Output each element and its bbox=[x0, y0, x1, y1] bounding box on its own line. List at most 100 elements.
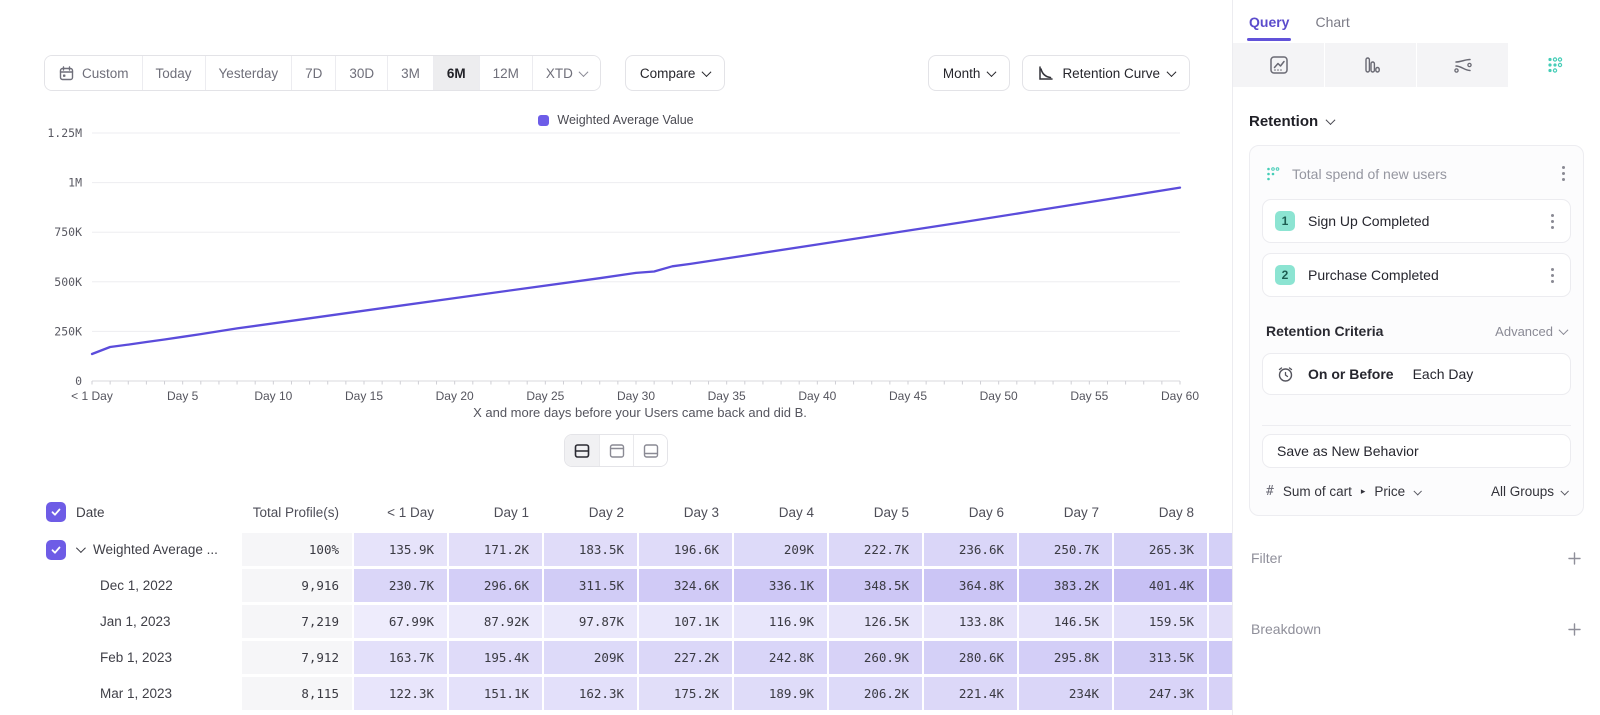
criteria-value: Each Day bbox=[1413, 366, 1474, 382]
svg-text:Day 55: Day 55 bbox=[1070, 389, 1108, 403]
range-12m-button[interactable]: 12M bbox=[479, 56, 532, 90]
chart-type-line-button[interactable] bbox=[1233, 43, 1325, 87]
retention-value-cell: 236.6K bbox=[924, 533, 1017, 566]
measure-dropdown[interactable]: Sum of cart bbox=[1283, 484, 1352, 499]
line-chart-icon bbox=[1268, 54, 1290, 76]
app-window: CustomTodayYesterday7D30D3M6M12MXTD Comp… bbox=[0, 0, 1600, 715]
retention-value-cell: 348.5K bbox=[829, 569, 922, 602]
table-row[interactable]: Feb 1, 20237,912163.7K195.4K209K227.2K24… bbox=[30, 641, 1232, 674]
range-custom-button[interactable]: Custom bbox=[45, 56, 142, 90]
column-header: Day 8 bbox=[1114, 497, 1207, 527]
retention-value-cell: 97.87K bbox=[544, 605, 637, 638]
range-xtd-button[interactable]: XTD bbox=[532, 56, 600, 90]
row-label-cell[interactable]: Feb 1, 2023 bbox=[30, 641, 240, 674]
calendar-icon bbox=[58, 65, 75, 82]
retention-value-cell: 222.7K bbox=[829, 533, 922, 566]
column-header: Day 2 bbox=[544, 497, 637, 527]
retention-value-cell: 383.2K bbox=[1019, 569, 1112, 602]
range-3m-button[interactable]: 3M bbox=[387, 56, 433, 90]
range-6m-button[interactable]: 6M bbox=[433, 56, 479, 90]
retention-value-cell: 183.5K bbox=[544, 533, 637, 566]
event-card-purchase[interactable]: 2 Purchase Completed bbox=[1262, 253, 1571, 297]
advanced-dropdown[interactable]: Advanced bbox=[1495, 324, 1567, 339]
retention-value-cell: 133.8K bbox=[924, 605, 1017, 638]
column-header: Day 7 bbox=[1019, 497, 1112, 527]
split-chart-table-view-button[interactable] bbox=[565, 435, 599, 466]
chart-type-bar-button[interactable] bbox=[1325, 43, 1417, 87]
measure-row: # Sum of cart ▸ Price All Groups bbox=[1266, 484, 1567, 499]
retention-value-cell: 336.1K bbox=[734, 569, 827, 602]
event-label: Sign Up Completed bbox=[1308, 213, 1534, 229]
tab-chart[interactable]: Chart bbox=[1315, 0, 1349, 43]
filter-label: Filter bbox=[1251, 550, 1282, 566]
svg-text:1.25M: 1.25M bbox=[47, 127, 82, 140]
retention-table: DateTotal Profile(s)< 1 DayDay 1Day 2Day… bbox=[30, 497, 1232, 710]
kebab-menu-icon[interactable] bbox=[1547, 210, 1558, 233]
chevron-down-icon bbox=[1560, 487, 1568, 495]
chart-type-dropdown[interactable]: Retention Curve bbox=[1022, 55, 1190, 91]
behavior-title: Total spend of new users bbox=[1292, 166, 1548, 182]
range-today-button[interactable]: Today bbox=[142, 56, 205, 90]
flow-chart-icon bbox=[1452, 54, 1474, 76]
row-label-cell[interactable]: Jan 1, 2023 bbox=[30, 605, 240, 638]
svg-text:< 1 Day: < 1 Day bbox=[71, 389, 113, 403]
table-row[interactable]: Jan 1, 20237,21967.99K87.92K97.87K107.1K… bbox=[30, 605, 1232, 638]
retention-line-chart: 0250K500K750K1M1.25M< 1 DayDay 5Day 10Da… bbox=[30, 127, 1210, 405]
granularity-dropdown[interactable]: Month bbox=[928, 55, 1011, 91]
retention-value-cell: 116.9K bbox=[734, 605, 827, 638]
range-yesterday-button[interactable]: Yesterday bbox=[205, 56, 292, 90]
chevron-down-icon bbox=[578, 67, 588, 77]
table-row-weighted-average[interactable]: Weighted Average ...100%135.9K171.2K183.… bbox=[30, 533, 1232, 566]
chart-only-view-button[interactable] bbox=[599, 435, 633, 466]
table-only-icon bbox=[642, 442, 660, 460]
table-row[interactable]: Dec 1, 20229,916230.7K296.6K311.5K324.6K… bbox=[30, 569, 1232, 602]
range-30d-button[interactable]: 30D bbox=[335, 56, 387, 90]
query-panel: Query Chart bbox=[1232, 0, 1600, 715]
kebab-menu-icon[interactable] bbox=[1547, 264, 1558, 287]
chart-type-retention-button[interactable] bbox=[1509, 43, 1600, 87]
table-header-row: DateTotal Profile(s)< 1 DayDay 1Day 2Day… bbox=[30, 497, 1232, 527]
breakdown-add-row[interactable]: Breakdown bbox=[1251, 621, 1582, 637]
range-7d-button[interactable]: 7D bbox=[291, 56, 335, 90]
svg-text:Day 25: Day 25 bbox=[526, 389, 564, 403]
criteria-condition-card[interactable]: On or Before Each Day bbox=[1262, 353, 1571, 395]
compare-button[interactable]: Compare bbox=[625, 55, 726, 91]
retention-value-cell: 209K bbox=[734, 533, 827, 566]
panel-tabs: Query Chart bbox=[1233, 0, 1600, 43]
retention-section-dropdown[interactable]: Retention bbox=[1249, 113, 1584, 130]
view-toggle bbox=[0, 434, 1232, 467]
retention-value-cell: 265.3K bbox=[1114, 533, 1207, 566]
row-label-cell[interactable]: Dec 1, 2022 bbox=[30, 569, 240, 602]
save-as-new-behavior-button[interactable]: Save as New Behavior bbox=[1262, 434, 1571, 468]
column-header: Day 1 bbox=[449, 497, 542, 527]
check-icon bbox=[50, 544, 62, 556]
row-checkbox[interactable] bbox=[46, 540, 66, 560]
row-checkbox[interactable] bbox=[46, 502, 66, 522]
row-label-cell[interactable]: Weighted Average ... bbox=[30, 533, 240, 566]
chart-type-flow-button[interactable] bbox=[1417, 43, 1509, 87]
row-label-cell[interactable]: Mar 1, 2023 bbox=[30, 677, 240, 710]
retention-curve-icon bbox=[1037, 65, 1054, 82]
measure-property[interactable]: Price bbox=[1374, 484, 1405, 499]
tab-query[interactable]: Query bbox=[1249, 0, 1289, 43]
retention-value-cell: 87.92K bbox=[449, 605, 542, 638]
retention-value-cell: 122.3K bbox=[354, 677, 447, 710]
kebab-menu-icon[interactable] bbox=[1558, 162, 1569, 185]
total-profiles-cell: 7,912 bbox=[242, 641, 352, 674]
divider bbox=[1262, 425, 1571, 426]
retention-value-cell: 230.7K bbox=[354, 569, 447, 602]
table-only-view-button[interactable] bbox=[633, 435, 667, 466]
behavior-header: Total spend of new users bbox=[1262, 158, 1571, 199]
column-header: Day 3 bbox=[639, 497, 732, 527]
event-card-signup[interactable]: 1 Sign Up Completed bbox=[1262, 199, 1571, 243]
column-header: Day 4 bbox=[734, 497, 827, 527]
retention-value-cell: 401.4K bbox=[1114, 569, 1207, 602]
table-row[interactable]: Mar 1, 20238,115122.3K151.1K162.3K175.2K… bbox=[30, 677, 1232, 710]
chart-type-strip bbox=[1233, 43, 1600, 87]
groups-dropdown[interactable]: All Groups bbox=[1491, 484, 1567, 499]
chevron-down-icon bbox=[702, 67, 712, 77]
retention-value-cell: 107.1K bbox=[639, 605, 732, 638]
filter-add-row[interactable]: Filter bbox=[1251, 550, 1582, 566]
total-profiles-cell: 8,115 bbox=[242, 677, 352, 710]
chevron-down-icon[interactable] bbox=[76, 543, 86, 553]
